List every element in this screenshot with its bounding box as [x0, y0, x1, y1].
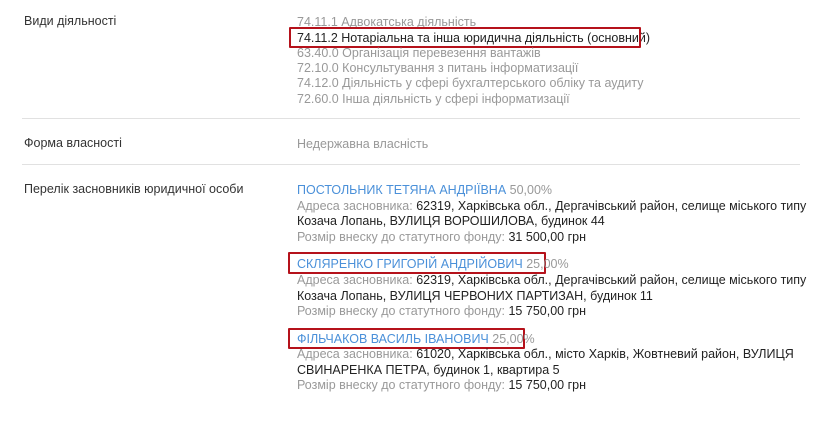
founder-name-link[interactable]: ПОСТОЛЬНИК ТЕТЯНА АНДРІЇВНА [297, 183, 506, 197]
founder-name-link[interactable]: ФІЛЬЧАКОВ ВАСИЛЬ ІВАНОВИЧ [297, 332, 489, 346]
founders-label: Перелік засновників юридичної особи [24, 182, 244, 196]
founder-address-cont: Козача Лопань, ВУЛИЦЯ ВОРОШИЛОВА, будино… [297, 214, 605, 228]
founder-share: 25,00% [492, 332, 535, 346]
ownership-label: Форма власності [24, 136, 122, 150]
founder-name-link[interactable]: СКЛЯРЕНКО ГРИГОРІЙ АНДРІЙОВИЧ [297, 257, 523, 271]
founder-address-cont: СВИНАРЕНКА ПЕТРА, будинок 1, квартира 5 [297, 363, 560, 377]
divider [22, 164, 800, 165]
activity-item: 63.40.0 Організація перевезення вантажів [297, 46, 541, 60]
activities-label: Види діяльності [24, 14, 117, 28]
founder-address-cont: Козача Лопань, ВУЛИЦЯ ЧЕРВОНИХ ПАРТИЗАН,… [297, 289, 653, 303]
founder-entry-1: ПОСТОЛЬНИК ТЕТЯНА АНДРІЇВНА 50,00% [297, 182, 552, 198]
founder-share: 25,00% [526, 257, 569, 271]
founder-contribution: Розмір внеску до статутного фонду: 15 75… [297, 378, 586, 392]
activity-item: 72.60.0 Інша діяльність у сфері інформат… [297, 92, 570, 106]
founder-share: 50,00% [509, 183, 553, 197]
ownership-value: Недержавна власність [297, 137, 429, 151]
divider [22, 118, 800, 119]
founder-address: Адреса засновника: 62319, Харківська обл… [297, 199, 807, 213]
founder-entry-2: СКЛЯРЕНКО ГРИГОРІЙ АНДРІЙОВИЧ 25,00% [297, 256, 569, 272]
activity-item: 74.12.0 Діяльність у сфері бухгалтерсько… [297, 76, 644, 90]
founder-contribution: Розмір внеску до статутного фонду: 15 75… [297, 304, 586, 318]
activity-item: 72.10.0 Консультування з питань інформат… [297, 61, 579, 75]
founder-entry-3: ФІЛЬЧАКОВ ВАСИЛЬ ІВАНОВИЧ 25,00% [297, 331, 535, 347]
founder-address: Адреса засновника: 62319, Харківська обл… [297, 273, 807, 287]
founder-address: Адреса засновника: 61020, Харківська обл… [297, 347, 794, 361]
founder-contribution: Розмір внеску до статутного фонду: 31 50… [297, 230, 586, 244]
